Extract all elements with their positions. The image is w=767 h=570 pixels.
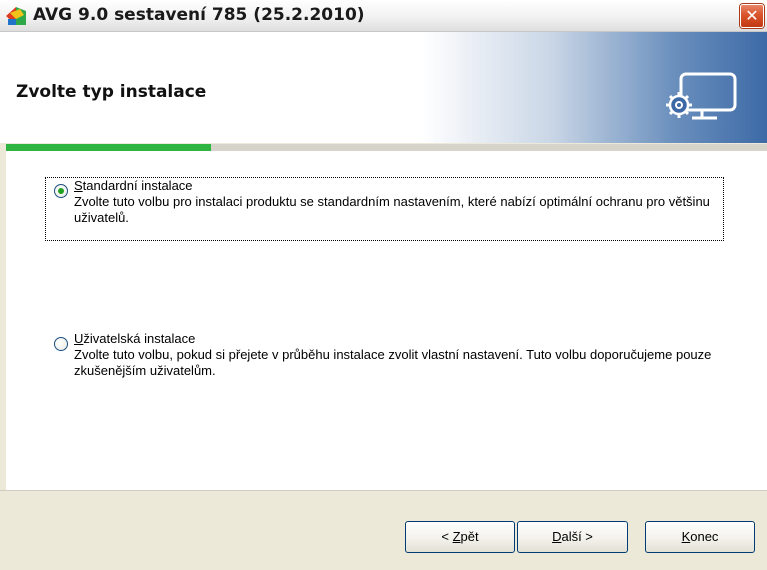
option-custom-description: Zvolte tuto volbu, pokud si přejete v pr… <box>74 347 712 378</box>
back-button[interactable]: < Zpět <box>405 521 515 553</box>
close-button[interactable]: ✕ <box>740 4 764 28</box>
option-custom[interactable]: Uživatelská instalace Zvolte tuto volbu,… <box>46 331 723 393</box>
installer-window: AVG 9.0 sestavení 785 (25.2.2010) ✕ Zvol… <box>0 0 767 570</box>
page-title: Zvolte typ instalace <box>16 82 207 102</box>
avg-logo-icon <box>6 7 26 25</box>
content-panel: Standardní instalace Zvolte tuto volbu p… <box>6 151 767 490</box>
radio-custom[interactable] <box>54 337 68 351</box>
option-custom-label[interactable]: Uživatelská instalace <box>74 331 724 347</box>
monitor-gear-icon <box>666 72 737 120</box>
option-standard-text: Standardní instalace Zvolte tuto volbu p… <box>74 178 724 226</box>
option-standard[interactable]: Standardní instalace Zvolte tuto volbu p… <box>45 177 724 241</box>
cancel-button[interactable]: Konec <box>645 521 755 553</box>
window-title: AVG 9.0 sestavení 785 (25.2.2010) <box>33 5 365 25</box>
progress-fill <box>6 144 211 151</box>
option-standard-label[interactable]: Standardní instalace <box>74 178 724 194</box>
option-standard-description: Zvolte tuto volbu pro instalaci produktu… <box>74 194 710 225</box>
progress-bar <box>6 144 767 151</box>
radio-standard[interactable] <box>54 184 68 198</box>
option-custom-text: Uživatelská instalace Zvolte tuto volbu,… <box>74 331 724 379</box>
title-bar[interactable]: AVG 9.0 sestavení 785 (25.2.2010) ✕ <box>0 0 767 32</box>
close-icon: ✕ <box>745 6 759 25</box>
next-button[interactable]: Další > <box>517 521 628 553</box>
